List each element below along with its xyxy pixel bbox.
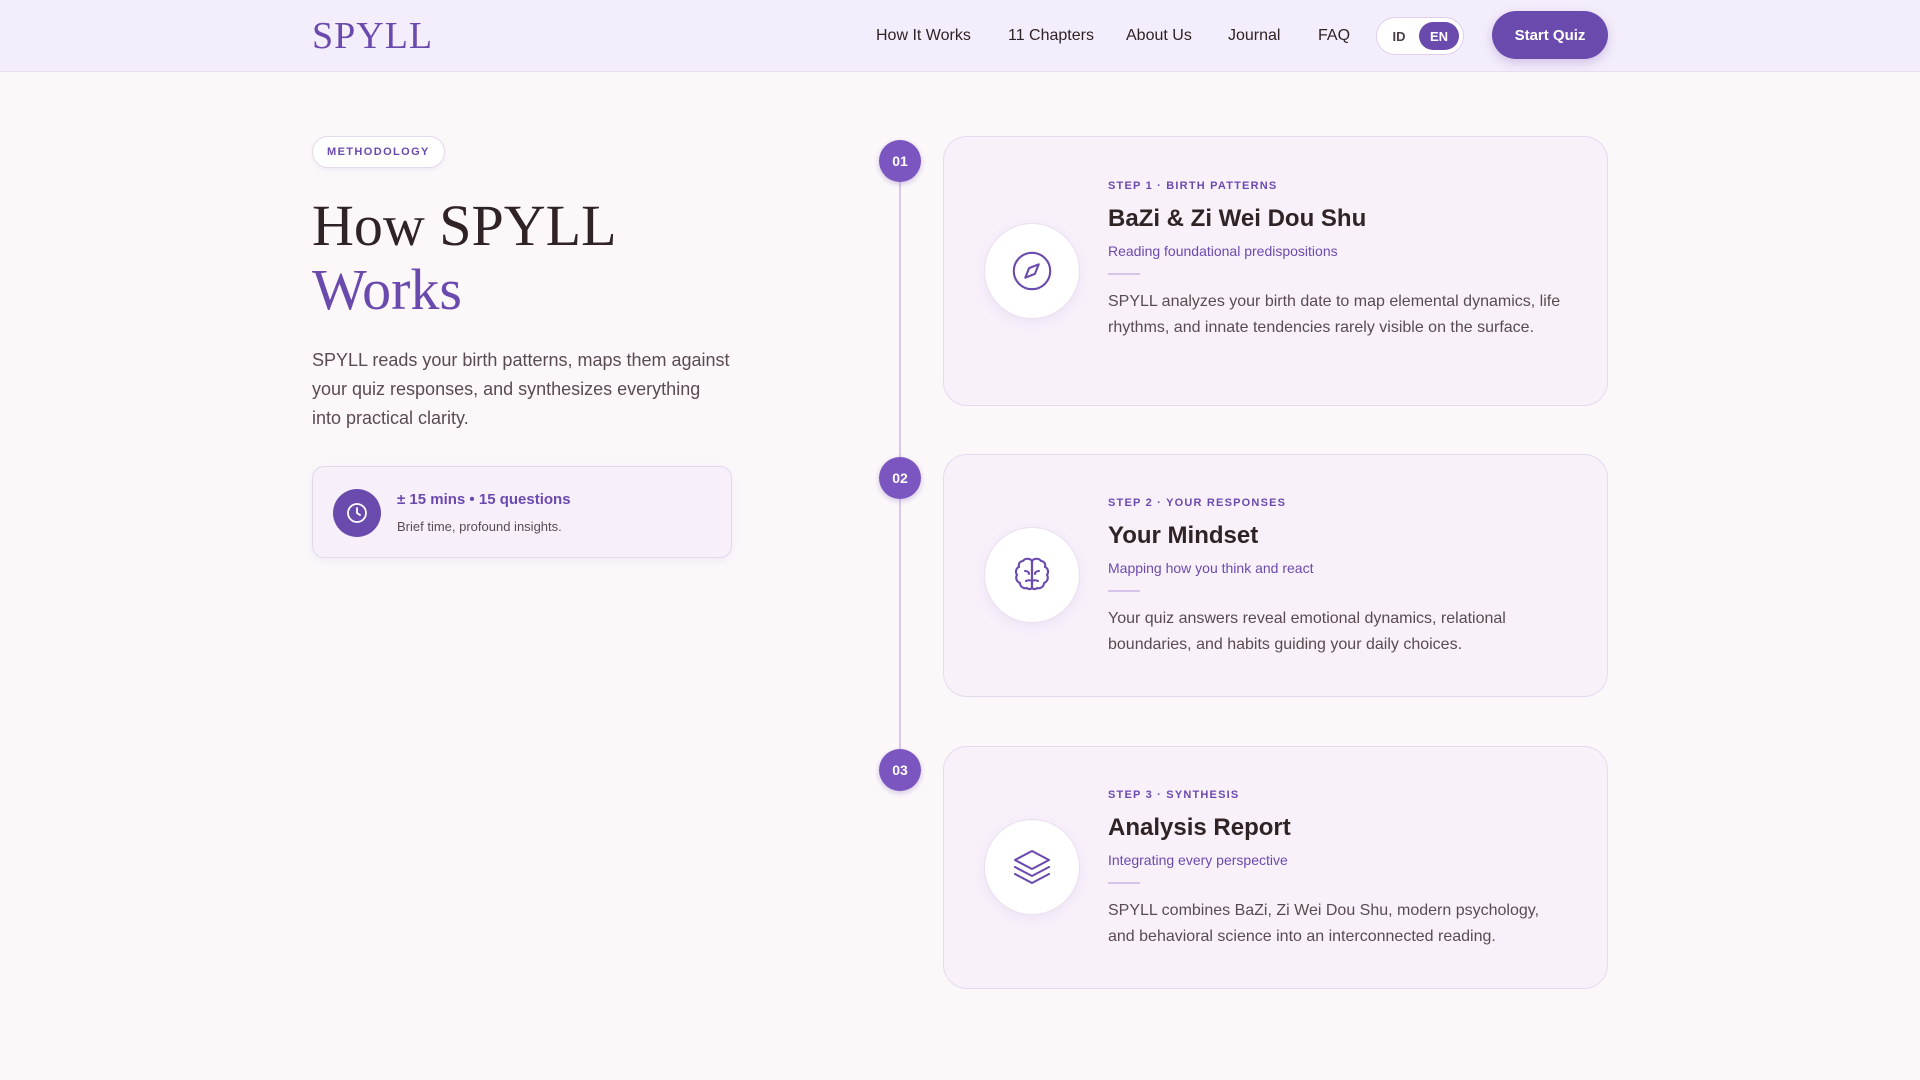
step-subtitle: Integrating every perspective	[1108, 852, 1288, 868]
step-title: Analysis Report	[1108, 814, 1291, 841]
step-label: STEP 2 · YOUR RESPONSES	[1108, 497, 1287, 509]
step-label: STEP 3 · SYNTHESIS	[1108, 789, 1240, 801]
logo[interactable]: SPYLL	[312, 14, 433, 58]
step-divider	[1108, 882, 1140, 884]
page-title-line2: Works	[312, 257, 462, 322]
step-divider	[1108, 590, 1140, 592]
page-title-line1: How SPYLL	[312, 193, 617, 258]
nav-journal[interactable]: Journal	[1228, 27, 1280, 45]
step-number-3: 03	[879, 749, 921, 791]
lang-option-en[interactable]: EN	[1419, 22, 1459, 50]
step-description: Your quiz answers reveal emotional dynam…	[1108, 610, 1506, 653]
step-card-2: STEP 2 · YOUR RESPONSES Your Mindset Map…	[943, 454, 1608, 697]
step-description: SPYLL combines BaZi, Zi Wei Dou Shu, mod…	[1108, 902, 1540, 945]
step-title: BaZi & Zi Wei Dou Shu	[1108, 205, 1367, 232]
step-divider	[1108, 273, 1140, 275]
brain-icon	[984, 527, 1080, 623]
nav-how-it-works[interactable]: How It Works	[876, 27, 971, 45]
step-label: STEP 1 · BIRTH PATTERNS	[1108, 180, 1278, 192]
step-description: SPYLL analyzes your birth date to map el…	[1108, 293, 1561, 336]
methodology-badge: METHODOLOGY	[312, 136, 445, 168]
nav-about-us[interactable]: About Us	[1126, 27, 1192, 45]
step-number-1: 01	[879, 140, 921, 182]
step-subtitle: Mapping how you think and react	[1108, 560, 1314, 576]
site-header: SPYLL How It Works 11 Chapters About Us …	[0, 0, 1920, 72]
compass-icon	[984, 223, 1080, 319]
step-card-1: STEP 1 · BIRTH PATTERNS BaZi & Zi Wei Do…	[943, 136, 1608, 406]
step-card-3: STEP 3 · SYNTHESIS Analysis Report Integ…	[943, 746, 1608, 989]
lang-option-id[interactable]: ID	[1377, 18, 1421, 54]
step-number-2: 02	[879, 457, 921, 499]
duration-subtext: Brief time, profound insights.	[397, 519, 562, 534]
nav-faq[interactable]: FAQ	[1318, 27, 1350, 45]
step-subtitle: Reading foundational predispositions	[1108, 243, 1338, 259]
language-toggle[interactable]: ID EN	[1376, 17, 1464, 55]
duration-text: ± 15 mins • 15 questions	[397, 491, 571, 508]
duration-info-card: ± 15 mins • 15 questions Brief time, pro…	[312, 466, 732, 558]
start-quiz-button[interactable]: Start Quiz	[1492, 11, 1608, 59]
clock-icon	[333, 489, 381, 537]
page-title: How SPYLL Works	[312, 194, 832, 322]
nav-11-chapters[interactable]: 11 Chapters	[1008, 27, 1094, 45]
step-title: Your Mindset	[1108, 522, 1259, 549]
layers-icon	[984, 819, 1080, 915]
hero-description: SPYLL reads your birth patterns, maps th…	[312, 350, 730, 428]
